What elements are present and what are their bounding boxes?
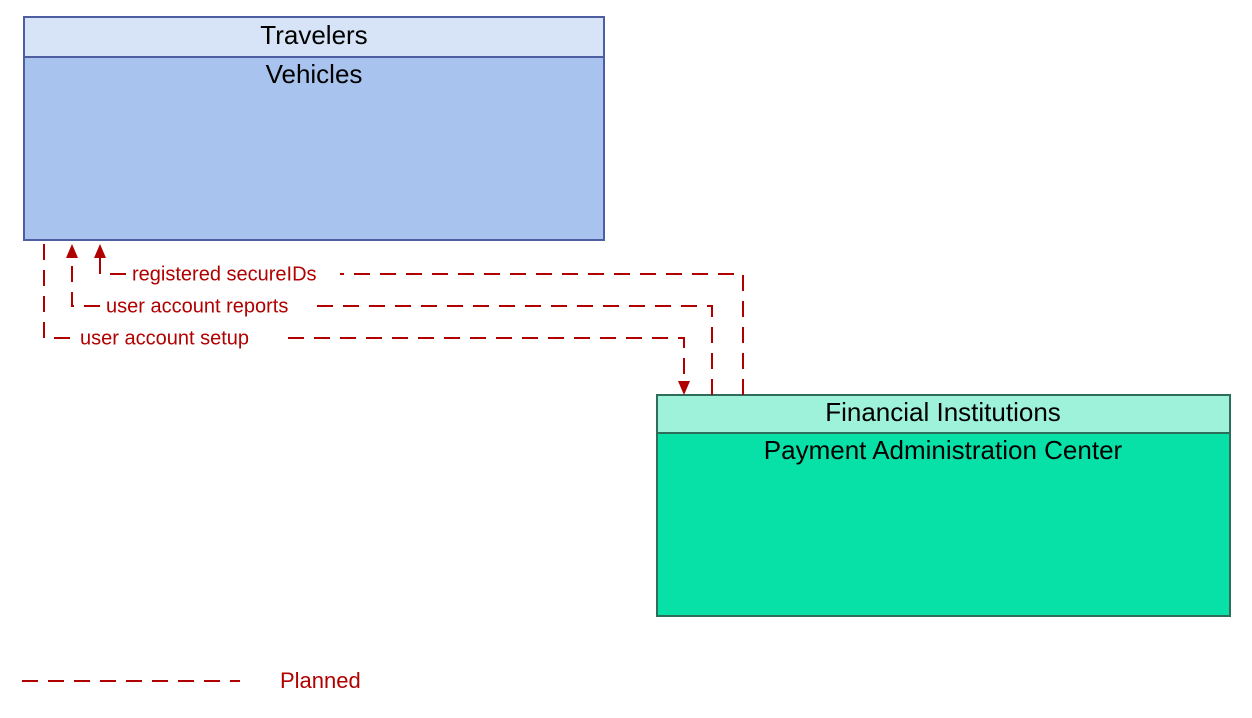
flow-user-account-setup-arrow (678, 381, 690, 395)
node-travelers: Travelers Vehicles (24, 17, 604, 240)
flow-user-account-setup-label: user account setup (80, 327, 249, 349)
flow-registered-secure-ids-arrow (94, 244, 106, 258)
flow-registered-secure-ids-label: registered secureIDs (132, 263, 317, 285)
flow-user-account-reports-label: user account reports (106, 295, 288, 317)
legend: Planned (22, 668, 361, 693)
flow-user-account-reports-arrow (66, 244, 78, 258)
diagram-canvas: Travelers Vehicles Financial Institution… (0, 0, 1252, 718)
node-travelers-sub-text: Vehicles (266, 59, 363, 89)
legend-planned-label: Planned (280, 668, 361, 693)
flow-registered-secure-ids: registered secureIDs (94, 244, 743, 395)
node-financial-header-text: Financial Institutions (825, 397, 1061, 427)
node-travelers-header-text: Travelers (260, 20, 367, 50)
node-financial-sub-text: Payment Administration Center (764, 435, 1123, 465)
node-financial: Financial Institutions Payment Administr… (657, 395, 1230, 616)
